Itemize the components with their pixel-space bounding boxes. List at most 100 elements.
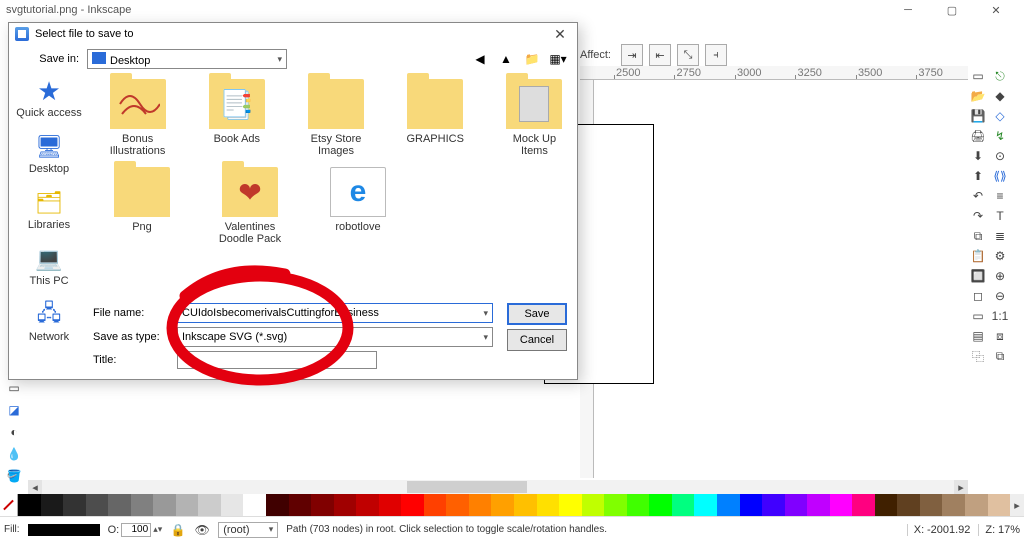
group-icon[interactable]: ⧈ (992, 328, 1008, 344)
gradient-tool-icon[interactable]: ◐ (6, 424, 22, 440)
palette-none-swatch[interactable] (0, 494, 18, 516)
file-item[interactable]: GRAPHICS (401, 79, 470, 157)
rect-tool-icon[interactable]: ▭ (6, 380, 22, 396)
align-icon[interactable]: ≡ (992, 188, 1008, 204)
palette-swatch[interactable] (221, 494, 244, 516)
palette-swatch[interactable] (86, 494, 109, 516)
palette-swatch[interactable] (311, 494, 334, 516)
palette-swatch[interactable] (942, 494, 965, 516)
scroll-left-icon[interactable]: ◂ (28, 480, 42, 494)
file-item[interactable]: Png (103, 167, 181, 245)
layer-visible-icon[interactable]: 👁 (194, 522, 210, 538)
palette-swatch[interactable] (198, 494, 221, 516)
layer-selector[interactable]: (root)▾ (218, 522, 278, 538)
nav-up-icon[interactable]: ▲ (497, 50, 515, 68)
affect-btn-2[interactable]: ⇤ (649, 44, 671, 66)
file-item[interactable]: Bonus Illustrations (103, 79, 172, 157)
palette-swatch[interactable] (131, 494, 154, 516)
print-icon[interactable]: 🖨 (970, 128, 986, 144)
palette-swatch[interactable] (356, 494, 379, 516)
palette-swatch[interactable] (875, 494, 898, 516)
new-doc-icon[interactable]: ▭ (970, 68, 986, 84)
title-input[interactable] (177, 351, 377, 369)
dialog-close-button[interactable]: ✕ (549, 25, 571, 43)
file-list[interactable]: Bonus Illustrations 📑Book Ads Etsy Store I… (89, 73, 577, 311)
affect-btn-4[interactable]: ⫞ (705, 44, 727, 66)
palette-swatch[interactable] (424, 494, 447, 516)
snap-toggle-icon[interactable]: ⎋ (992, 68, 1008, 84)
window-maximize-button[interactable]: ▢ (930, 0, 974, 20)
xml-icon[interactable]: ⟪⟫ (992, 168, 1008, 184)
palette-swatch[interactable] (469, 494, 492, 516)
snap-node-icon[interactable]: ◆ (992, 88, 1008, 104)
redo-icon[interactable]: ↷ (970, 208, 986, 224)
palette-swatch[interactable] (830, 494, 853, 516)
palette-swatch[interactable] (514, 494, 537, 516)
palette-swatch[interactable] (897, 494, 920, 516)
open-icon[interactable]: 📂 (970, 88, 986, 104)
palette-swatch[interactable] (694, 494, 717, 516)
palette-swatch[interactable] (807, 494, 830, 516)
affect-btn-1[interactable]: ⇥ (621, 44, 643, 66)
palette-swatch[interactable] (289, 494, 312, 516)
fill-swatch[interactable] (28, 524, 100, 536)
places-libraries[interactable]: 🗂 Libraries (9, 185, 89, 241)
scroll-track[interactable] (42, 480, 954, 494)
palette-swatch[interactable] (63, 494, 86, 516)
prefs-icon[interactable]: ⚙ (992, 248, 1008, 264)
zoom-out-icon[interactable]: ⊖ (992, 288, 1008, 304)
dropper-tool-icon[interactable]: 💧 (6, 446, 22, 462)
saveastype-combo[interactable]: Inkscape SVG (*.svg) ▾ (177, 327, 493, 347)
file-item[interactable]: 📑Book Ads (202, 79, 271, 157)
paintbucket-tool-icon[interactable]: 🪣 (6, 468, 22, 484)
palette-swatch[interactable] (537, 494, 560, 516)
snap-bbox-icon[interactable]: ◇ (992, 108, 1008, 124)
palette-scroll-icon[interactable]: ▸ (1010, 494, 1024, 516)
file-item[interactable]: Mock Up Items (500, 79, 569, 157)
undo-icon[interactable]: ↶ (970, 188, 986, 204)
zoom-page-icon[interactable]: ▭ (970, 308, 986, 324)
palette-swatch[interactable] (446, 494, 469, 516)
palette-swatch[interactable] (18, 494, 41, 516)
opacity-input[interactable] (121, 523, 151, 537)
affect-btn-3[interactable]: ⤡ (677, 44, 699, 66)
palette-swatch[interactable] (266, 494, 289, 516)
file-item[interactable]: erobotlove (319, 167, 397, 245)
palette-swatch[interactable] (41, 494, 64, 516)
canvas[interactable] (594, 80, 968, 478)
cancel-button[interactable]: Cancel (507, 329, 567, 351)
scroll-thumb[interactable] (407, 481, 527, 493)
save-in-combo[interactable]: Desktop ▾ (87, 49, 287, 69)
layers-icon[interactable]: ≣ (992, 228, 1008, 244)
palette-swatch[interactable] (379, 494, 402, 516)
palette-swatch[interactable] (649, 494, 672, 516)
palette-swatch[interactable] (176, 494, 199, 516)
places-desktop[interactable]: 🖥 Desktop (9, 129, 89, 185)
snap-path-icon[interactable]: ↯ (992, 128, 1008, 144)
ungroup-icon[interactable]: ⧉ (992, 348, 1008, 364)
layer-lock-icon[interactable]: 🔒 (170, 522, 186, 538)
palette-swatch[interactable] (491, 494, 514, 516)
file-item[interactable]: Etsy Store Images (301, 79, 370, 157)
places-quick-access[interactable]: ★ Quick access (9, 73, 89, 129)
palette-swatch[interactable] (559, 494, 582, 516)
palette-swatch[interactable] (920, 494, 943, 516)
zoom-draw-icon[interactable]: ◻ (970, 288, 986, 304)
places-network[interactable]: 🖧 Network (9, 297, 89, 353)
3dbox-tool-icon[interactable]: ◪ (6, 402, 22, 418)
palette-swatch[interactable] (965, 494, 988, 516)
text-icon[interactable]: T (992, 208, 1008, 224)
palette-swatch[interactable] (582, 494, 605, 516)
scrollbar-horizontal[interactable]: ◂ ▸ (28, 480, 968, 494)
palette-swatch[interactable] (740, 494, 763, 516)
zoom-in-icon[interactable]: ⊕ (992, 268, 1008, 284)
scroll-right-icon[interactable]: ▸ (954, 480, 968, 494)
places-this-pc[interactable]: 💻 This PC (9, 241, 89, 297)
save-button[interactable]: Save (507, 303, 567, 325)
palette-swatch[interactable] (988, 494, 1011, 516)
nav-back-icon[interactable]: ◀ (471, 50, 489, 68)
paste-icon[interactable]: 📋 (970, 248, 986, 264)
opacity-spinner-icon[interactable]: ▴▾ (153, 524, 162, 535)
view-menu-icon[interactable]: ▦▾ (549, 50, 567, 68)
file-item[interactable]: ❤Valentines Doodle Pack (211, 167, 289, 245)
